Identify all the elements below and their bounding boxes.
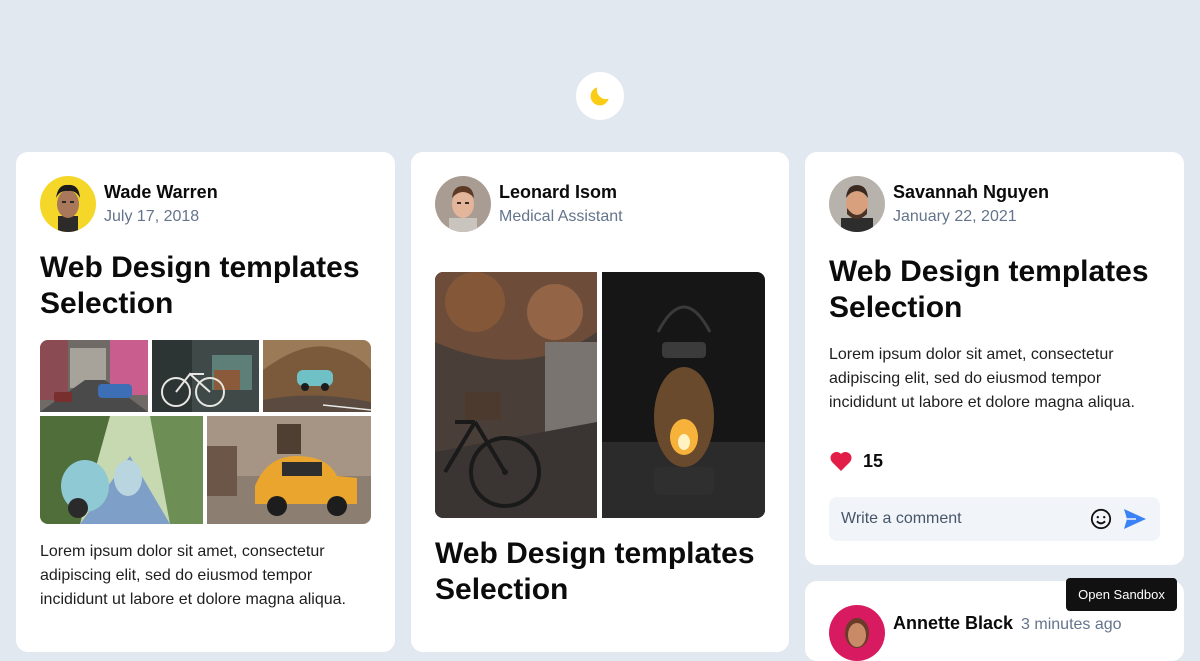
post-body: Lorem ipsum dolor sit amet, consectetur … [40,543,346,608]
like-count: 15 [863,450,884,471]
author-name[interactable]: Leonard Isom [499,180,623,204]
post-card-2: Leonard Isom Medical Assistant Web Desig… [411,152,789,652]
post-time: 3 minutes ago [1021,615,1122,633]
gallery-image-lantern[interactable] [602,272,765,518]
comment-box [829,497,1160,541]
post-title[interactable]: Web Design templates Selection [829,254,1159,326]
post-card-1: Wade Warren July 17, 2018 Web Design tem… [16,152,395,652]
gallery-image-bicycle-street[interactable] [435,272,597,518]
gallery-image-bicycle[interactable] [152,340,259,412]
avatar[interactable] [829,605,885,661]
post-date: July 17, 2018 [104,208,200,225]
emoji-icon[interactable] [1090,508,1112,530]
author-name[interactable]: Savannah Nguyen [893,180,1049,204]
avatar[interactable] [435,176,491,232]
post-author: Annette Black 3 minutes ago [829,605,1122,661]
theme-toggle-button[interactable] [576,72,624,120]
author-role: Medical Assistant [499,208,623,225]
post-card-3: Savannah Nguyen January 22, 2021 Web Des… [805,152,1184,565]
gallery-image-scooter[interactable] [40,416,203,524]
gallery-image-yellow-car[interactable] [207,416,371,524]
heart-icon[interactable] [829,450,853,472]
avatar[interactable] [829,176,885,232]
author-name[interactable]: Annette Black [893,611,1013,635]
post-date: January 22, 2021 [893,208,1017,225]
send-icon[interactable] [1123,508,1147,530]
like-section: 15 [829,450,883,472]
gallery-image-street[interactable] [40,340,148,412]
moon-icon [590,87,609,106]
comment-input[interactable] [829,497,1103,541]
post-author: Savannah Nguyen January 22, 2021 [829,176,1049,232]
post-title[interactable]: Web Design templates Selection [40,250,370,322]
post-body: Lorem ipsum dolor sit amet, consectetur … [829,346,1135,411]
author-name[interactable]: Wade Warren [104,180,218,204]
post-title[interactable]: Web Design templates Selection [435,536,765,608]
avatar[interactable] [40,176,96,232]
post-author: Leonard Isom Medical Assistant [435,176,623,232]
post-author: Wade Warren July 17, 2018 [40,176,218,232]
open-sandbox-button[interactable]: Open Sandbox [1066,578,1177,611]
gallery-image-road[interactable] [263,340,371,412]
